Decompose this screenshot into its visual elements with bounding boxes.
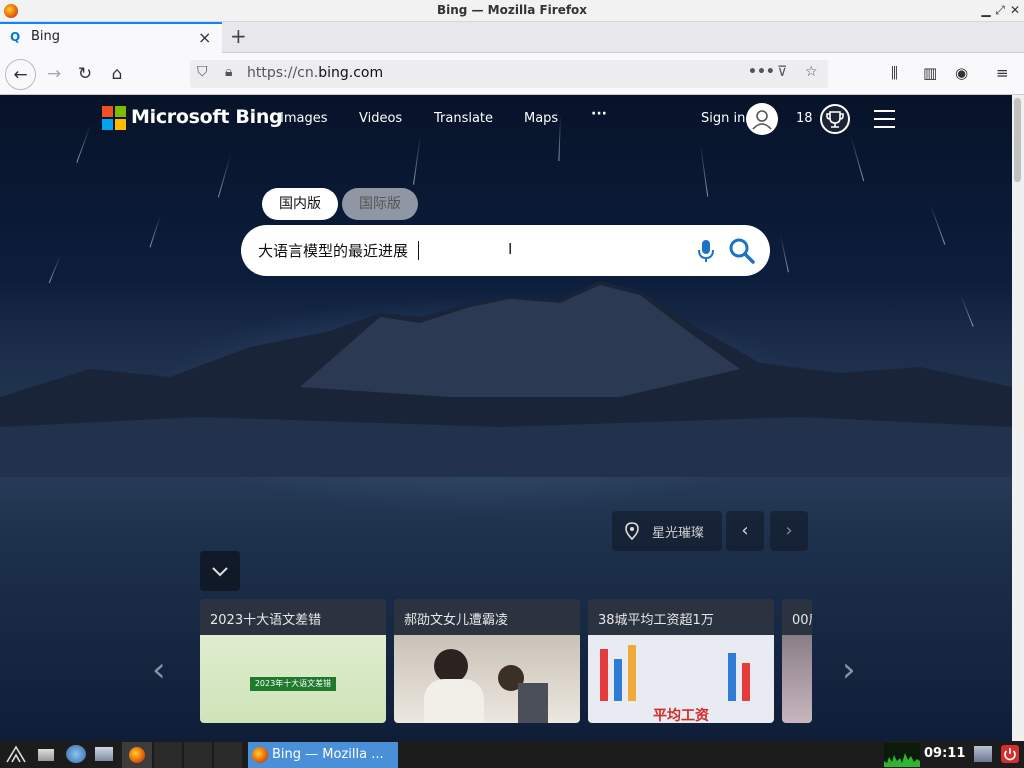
new-tab-icon[interactable]: +: [230, 24, 247, 48]
shield-icon[interactable]: ⛉: [197, 64, 208, 80]
cpu-monitor-icon: [884, 743, 920, 767]
firefox-icon: [252, 747, 268, 763]
news-card[interactable]: 郝劭文女儿遭霸凌: [394, 599, 580, 723]
news-card[interactable]: 38城平均工资超1万 平均工资: [588, 599, 774, 723]
news-card[interactable]: 2023十大语文差错 2023年十大语文差错: [200, 599, 386, 723]
network-icon[interactable]: [974, 746, 992, 762]
taskbar-firefox-window[interactable]: Bing — Mozilla ...: [248, 742, 398, 768]
image-location[interactable]: 星光璀璨: [612, 511, 722, 551]
reload-button[interactable]: ↻: [71, 60, 99, 88]
tab-international[interactable]: 国际版: [342, 188, 418, 220]
page-actions-icon[interactable]: •••: [748, 64, 775, 80]
workspace-2[interactable]: [184, 742, 212, 768]
news-card[interactable]: 00后: [782, 599, 812, 723]
pocket-icon[interactable]: ⊽: [777, 64, 787, 80]
clock: 09:11: [924, 746, 966, 761]
microsoft-logo-icon[interactable]: [102, 106, 126, 130]
start-menu-icon[interactable]: [6, 745, 26, 763]
news-title: 2023十大语文差错: [210, 613, 322, 628]
rewards-count[interactable]: 18: [796, 111, 813, 126]
file-manager-icon[interactable]: [95, 747, 113, 761]
tab-domestic[interactable]: 国内版: [262, 188, 338, 220]
show-desktop-icon[interactable]: [38, 749, 54, 761]
lock-icon[interactable]: 🔒︎: [225, 64, 232, 80]
firefox-icon: [129, 747, 145, 763]
account-icon[interactable]: ◉: [955, 64, 968, 82]
news-title: 00后: [792, 613, 812, 628]
news-image: 2023年十大语文差错: [200, 635, 386, 723]
news-image: [394, 635, 580, 723]
window-title: Bing — Mozilla Firefox: [436, 3, 588, 17]
user-avatar-icon[interactable]: [746, 103, 778, 135]
text-caret: [418, 241, 419, 260]
scrollbar-thumb[interactable]: [1014, 98, 1021, 182]
bing-menu-icon[interactable]: [874, 110, 895, 134]
bing-search-icon: Q: [10, 30, 21, 44]
prev-image-button[interactable]: ‹: [726, 511, 764, 551]
home-button[interactable]: ⌂: [103, 60, 131, 88]
news-image: 平均工资: [588, 635, 774, 723]
chevron-down-icon: [212, 567, 228, 577]
collapse-news-button[interactable]: [200, 551, 240, 591]
bing-brand[interactable]: Microsoft Bing: [131, 106, 283, 128]
power-icon[interactable]: [1001, 745, 1019, 763]
sidebar-icon[interactable]: ▥: [923, 64, 937, 82]
search-icon[interactable]: [728, 237, 756, 265]
nav-maps[interactable]: Maps: [524, 111, 558, 126]
taskbar-window-label: Bing — Mozilla ...: [272, 747, 384, 762]
forward-button[interactable]: →: [40, 60, 68, 88]
menu-icon[interactable]: ≡: [996, 64, 1009, 82]
workspace-1[interactable]: [154, 742, 182, 768]
minimize-icon[interactable]: ▁: [979, 3, 993, 17]
close-tab-icon[interactable]: ×: [198, 28, 211, 47]
tab-bing[interactable]: Q Bing ×: [0, 22, 222, 53]
browser-icon[interactable]: [66, 745, 86, 763]
nav-more[interactable]: ···: [591, 106, 607, 122]
nav-videos[interactable]: Videos: [359, 111, 402, 126]
news-prev-icon[interactable]: ‹: [152, 650, 166, 690]
location-pin-icon: [625, 522, 639, 540]
nav-translate[interactable]: Translate: [434, 111, 493, 126]
nav-images[interactable]: Images: [280, 111, 328, 126]
microphone-icon[interactable]: [696, 238, 716, 264]
news-image: [782, 635, 812, 723]
news-next-icon[interactable]: ›: [842, 650, 856, 690]
back-button[interactable]: ←: [5, 59, 36, 90]
mountain-silhouette: [0, 281, 1012, 477]
rewards-trophy-icon[interactable]: [820, 104, 850, 134]
bookmark-star-icon[interactable]: ☆: [805, 64, 818, 80]
workspace-3[interactable]: [214, 742, 242, 768]
search-input[interactable]: 大语言模型的最近进展: [258, 240, 408, 261]
tab-label: Bing: [31, 29, 61, 44]
sign-in-link[interactable]: Sign in: [701, 111, 745, 126]
page-scrollbar[interactable]: [1012, 95, 1024, 741]
library-icon[interactable]: ⫼: [891, 64, 898, 82]
url-text[interactable]: https://cn.bing.com: [247, 65, 383, 81]
maximize-icon[interactable]: ⤢: [993, 3, 1007, 17]
news-title: 38城平均工资超1万: [598, 613, 714, 628]
news-title: 郝劭文女儿遭霸凌: [404, 613, 509, 628]
close-window-icon[interactable]: ✕: [1008, 3, 1022, 17]
next-image-button[interactable]: ›: [770, 511, 808, 551]
text-cursor-icon: I: [508, 240, 513, 258]
location-label: 星光璀璨: [652, 526, 705, 541]
firefox-launcher[interactable]: [122, 742, 152, 768]
